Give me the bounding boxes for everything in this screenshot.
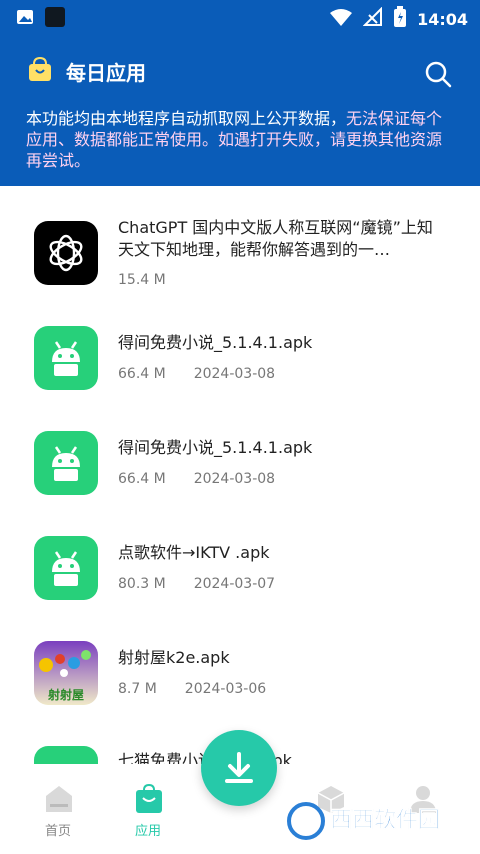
game-icon-text: 射射屋 [47,687,84,702]
app-date: 2024-03-08 [193,366,276,382]
clock: 14:04 [417,9,468,29]
list-item[interactable]: ChatGPT 国内中文版人称互联网“魔镜”上知天文下知地理，能帮你解答遇到的一… [0,186,480,291]
android-icon [34,536,98,600]
watermark: 西西软件园 CR173.COM [286,798,470,844]
app-name: 七猫免费小说_7.20.apk [118,750,448,764]
app-meta: 66.4 M 2024-03-08 [118,471,303,487]
game-icon: 射射屋 [34,641,98,705]
chatgpt-logo-icon [34,221,98,285]
nav-label-home: 首页 [44,824,71,839]
download-button[interactable] [201,730,277,806]
app-size: 80.3 M [118,576,166,592]
search-button[interactable] [424,60,452,88]
list-item[interactable]: 得间免费小说_5.1.4.1.apk 66.4 M 2024-03-08 [0,320,480,420]
list-item[interactable]: 得间免费小说_5.1.4.1.apk 66.4 M 2024-03-08 [0,425,480,525]
image-icon [16,8,34,30]
nav-item-home[interactable]: 首页 [28,784,88,839]
app-size: 66.4 M [118,366,166,382]
app-name: ChatGPT 国内中文版人称互联网“魔镜”上知天文下知地理，能帮你解答遇到的一… [118,218,433,259]
download-icon [225,752,253,783]
battery-icon [393,6,407,32]
android-icon [34,326,98,390]
list-item[interactable]: 射射屋 射射屋k2e.apk 8.7 M 2024-03-06 [0,635,480,735]
search-icon [425,61,452,88]
app-name: 得间免费小说_5.1.4.1.apk [118,438,313,457]
header: 每日应用 本功能均由本地程序自动抓取网上公开数据，无法保证每个应用、数据都能正常… [0,34,480,186]
android-icon [34,746,98,764]
app-meta: 8.7 M 2024-03-06 [118,681,294,697]
watermark-text: 西西软件园 [330,807,440,833]
wifi-icon [329,7,353,31]
app-date: 2024-03-07 [193,576,276,592]
app-name: 得间免费小说_5.1.4.1.apk [118,333,313,352]
app-name: 点歌软件→IKTV .apk [118,543,270,562]
notice-text: 本功能均由本地程序自动抓取网上公开数据，无法保证每个应用、数据都能正常使用。如遇… [26,108,456,171]
page-title: 每日应用 [66,60,146,85]
app-meta: 80.3 M 2024-03-07 [118,576,303,592]
status-bar: 14:04 [0,0,480,34]
app-meta: 66.4 M 2024-03-08 [118,366,303,382]
app-meta: 15.4 M [118,272,194,288]
home-icon [44,784,72,814]
nav-item-apps[interactable]: 应用 [118,783,178,839]
notice-normal: 本功能均由本地程序自动抓取网上公开数据， [26,109,347,128]
app-size: 8.7 M [118,681,157,697]
shopping-bag-icon [28,56,52,86]
watermark-sub: CR173.COM [390,834,444,844]
no-signal-icon [362,6,383,31]
app-size: 66.4 M [118,471,166,487]
apps-bag-icon [134,783,162,814]
app-size: 15.4 M [118,272,166,288]
list-item[interactable]: 点歌软件→IKTV .apk 80.3 M 2024-03-07 [0,530,480,630]
app-name: 射射屋k2e.apk [118,648,230,667]
android-icon [34,431,98,495]
nav-label-apps: 应用 [134,824,161,839]
app-date: 2024-03-06 [184,681,267,697]
app-notification-icon [44,6,66,32]
app-date: 2024-03-08 [193,471,276,487]
